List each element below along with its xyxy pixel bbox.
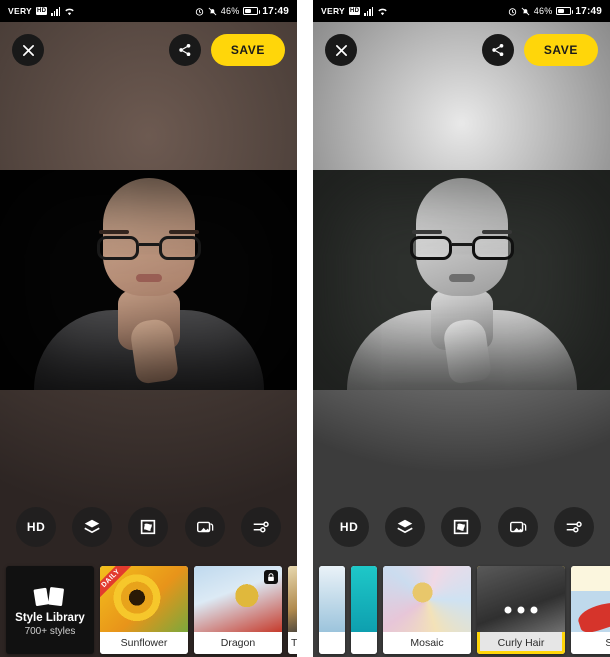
portrait-brow-right bbox=[168, 230, 199, 234]
battery-percent-label: 46% bbox=[220, 6, 240, 16]
style-thumbnail bbox=[571, 566, 610, 632]
style-tile-edge-left[interactable] bbox=[319, 566, 345, 654]
style-tile-label: Mosaic bbox=[383, 632, 471, 654]
style-tile-dragon[interactable]: Dragon bbox=[194, 566, 282, 654]
tool-row: HD bbox=[313, 507, 610, 547]
style-thumbnail bbox=[383, 566, 471, 632]
alarm-clock-icon bbox=[508, 7, 517, 16]
portrait-brow-right bbox=[481, 230, 512, 234]
battery-icon bbox=[556, 7, 574, 15]
adjust-button[interactable] bbox=[553, 507, 594, 547]
daily-badge: DAILY bbox=[100, 566, 135, 603]
share-icon bbox=[492, 43, 504, 57]
portrait-glasses bbox=[96, 236, 201, 260]
style-thumbnail bbox=[477, 566, 565, 632]
close-icon bbox=[335, 44, 347, 56]
alarm-clock-icon bbox=[195, 7, 204, 16]
style-library-title: Style Library bbox=[15, 611, 85, 624]
mask-button[interactable] bbox=[128, 507, 169, 547]
bell-muted-icon bbox=[521, 7, 530, 16]
signal-bars-icon bbox=[51, 6, 61, 16]
style-tile-curly-hair[interactable]: Curly Hair bbox=[477, 566, 565, 654]
gallery-button[interactable] bbox=[497, 507, 538, 547]
portrait-brow-left bbox=[411, 230, 442, 234]
bell-muted-icon bbox=[208, 7, 217, 16]
style-tile-mosaic[interactable]: Mosaic bbox=[383, 566, 471, 654]
adjust-button[interactable] bbox=[240, 507, 281, 547]
hd-button[interactable]: HD bbox=[329, 507, 370, 547]
style-library-tile[interactable]: Style Library 700+ styles bbox=[6, 566, 94, 654]
top-action-bar: SAVE bbox=[0, 30, 297, 70]
wifi-icon bbox=[64, 7, 75, 16]
portrait-brow-left bbox=[98, 230, 129, 234]
style-thumbnail bbox=[319, 566, 345, 632]
layers-icon bbox=[397, 519, 413, 534]
photo-stack-icon bbox=[33, 586, 64, 606]
style-tile-edge-teal[interactable] bbox=[351, 566, 377, 654]
mask-frame-icon bbox=[141, 519, 156, 535]
gallery-icon bbox=[196, 521, 213, 533]
clock-label: 17:49 bbox=[575, 5, 602, 17]
layers-icon bbox=[84, 519, 100, 534]
phone-screen-after: VERY HD 46% 17:49 SAVE HD Mosaic Curly H… bbox=[313, 0, 610, 657]
layers-button[interactable] bbox=[385, 507, 426, 547]
style-thumbnail bbox=[194, 566, 282, 632]
loading-dots-indicator bbox=[504, 606, 538, 614]
hd-badge-icon: HD bbox=[36, 7, 48, 15]
wifi-icon bbox=[377, 7, 388, 16]
battery-icon bbox=[243, 7, 261, 15]
top-action-bar: SAVE bbox=[313, 30, 610, 70]
style-thumbnail bbox=[351, 566, 377, 632]
style-strip-right[interactable]: Mosaic Curly Hair Surf bbox=[313, 557, 610, 657]
style-tile-label: Dragon bbox=[194, 632, 282, 654]
preview-image-original[interactable] bbox=[0, 170, 297, 390]
mask-frame-icon bbox=[454, 519, 469, 535]
gallery-button[interactable] bbox=[184, 507, 225, 547]
style-thumbnail: DAILY bbox=[100, 566, 188, 632]
hd-button[interactable]: HD bbox=[16, 507, 57, 547]
portrait-glasses bbox=[409, 236, 514, 260]
style-thumbnail bbox=[288, 566, 297, 632]
gallery-icon bbox=[509, 521, 526, 533]
save-button[interactable]: SAVE bbox=[523, 34, 598, 66]
style-tile-partial[interactable]: T bbox=[288, 566, 297, 654]
carrier-label: VERY bbox=[321, 6, 346, 16]
close-button[interactable] bbox=[325, 34, 357, 66]
preview-image-styled[interactable] bbox=[313, 170, 610, 390]
save-button[interactable]: SAVE bbox=[210, 34, 285, 66]
share-button[interactable] bbox=[481, 34, 514, 66]
style-tile-surf[interactable]: Surf bbox=[571, 566, 610, 654]
clock-label: 17:49 bbox=[262, 5, 289, 17]
style-tile-label: Surf bbox=[571, 632, 610, 654]
portrait-mouth bbox=[135, 274, 162, 282]
share-button[interactable] bbox=[168, 34, 201, 66]
style-tile-label: Curly Hair bbox=[477, 632, 565, 654]
battery-percent-label: 46% bbox=[533, 6, 553, 16]
layers-button[interactable] bbox=[72, 507, 113, 547]
portrait-mouth bbox=[448, 274, 475, 282]
status-bar: VERY HD 46% 17:49 bbox=[0, 0, 297, 22]
signal-bars-icon bbox=[364, 6, 374, 16]
style-tile-label: Sunflower bbox=[100, 632, 188, 654]
style-tile-label: T bbox=[288, 632, 297, 654]
carrier-label: VERY bbox=[8, 6, 33, 16]
close-icon bbox=[22, 44, 34, 56]
tool-row: HD bbox=[0, 507, 297, 547]
close-button[interactable] bbox=[12, 34, 44, 66]
hd-label: HD bbox=[339, 520, 359, 534]
share-icon bbox=[179, 43, 191, 57]
dual-screenshot-comparison: VERY HD 46% 17:49 SAVE HD Style Library … bbox=[0, 0, 610, 657]
style-tile-sunflower[interactable]: DAILY Sunflower bbox=[100, 566, 188, 654]
hd-badge-icon: HD bbox=[349, 7, 361, 15]
lock-icon bbox=[264, 570, 278, 584]
style-library-subtitle: 700+ styles bbox=[24, 625, 76, 637]
mask-button[interactable] bbox=[441, 507, 482, 547]
sliders-icon bbox=[253, 521, 269, 533]
style-strip-left[interactable]: Style Library 700+ styles DAILY Sunflowe… bbox=[0, 557, 297, 657]
status-bar: VERY HD 46% 17:49 bbox=[313, 0, 610, 22]
hd-label: HD bbox=[26, 520, 46, 534]
sliders-icon bbox=[566, 521, 582, 533]
phone-screen-before: VERY HD 46% 17:49 SAVE HD Style Library … bbox=[0, 0, 297, 657]
panel-divider bbox=[297, 0, 313, 657]
